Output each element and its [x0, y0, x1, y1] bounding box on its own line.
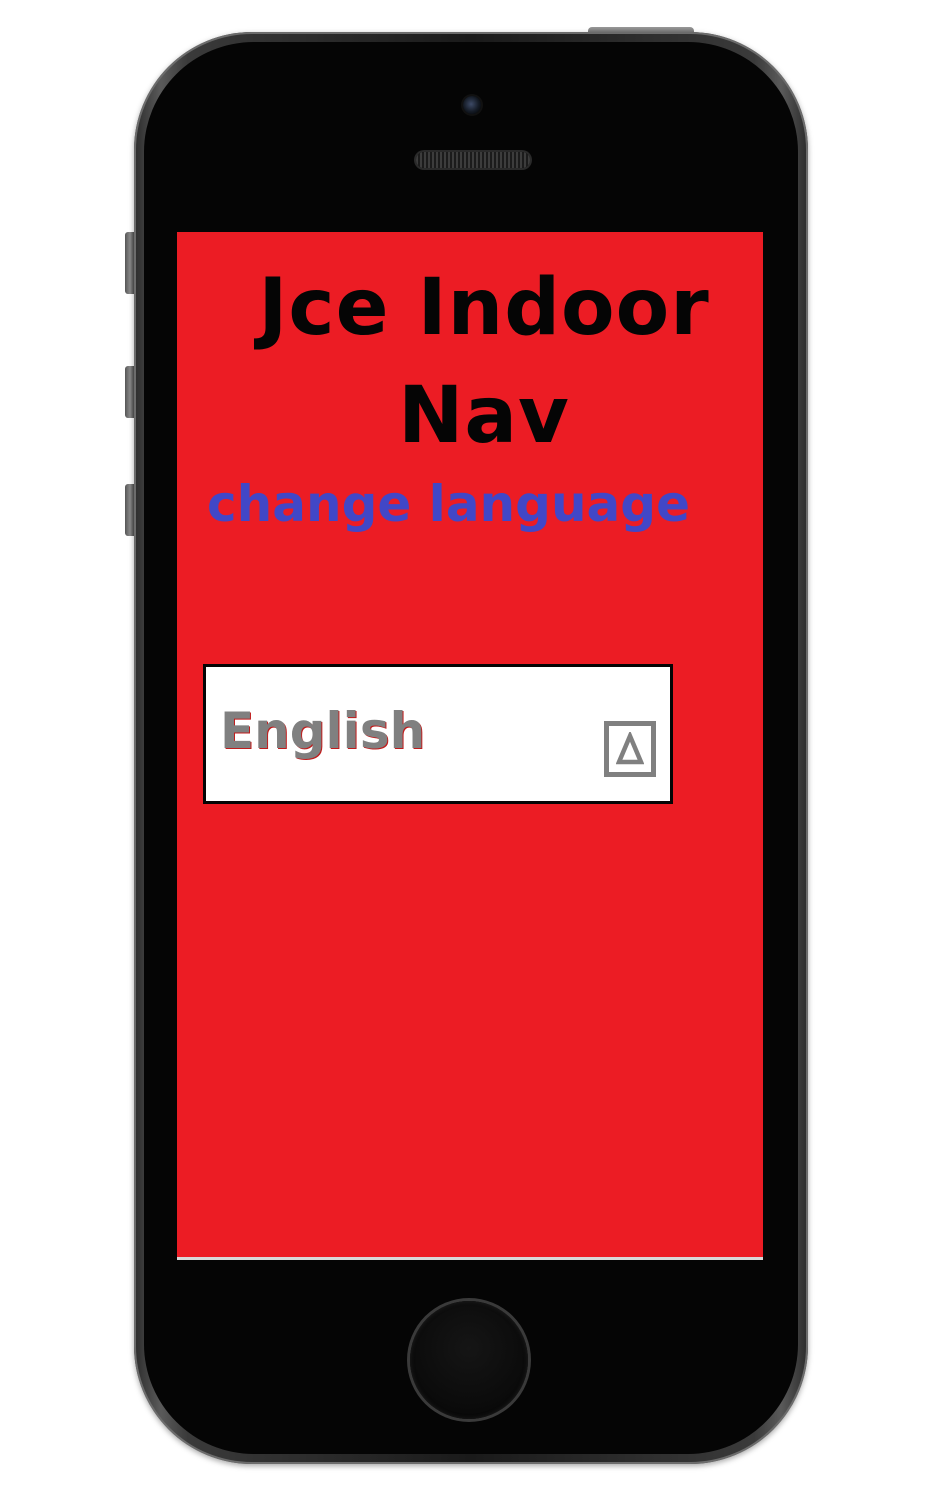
language-select-value: English	[220, 702, 426, 760]
app-title: Jce Indoor Nav	[258, 263, 710, 461]
app-screen: Jce Indoor Nav change language English	[177, 232, 763, 1260]
front-camera	[463, 96, 481, 114]
earpiece-speaker	[416, 152, 530, 168]
triangle-up-icon[interactable]	[604, 721, 656, 777]
home-button[interactable]	[410, 1301, 528, 1419]
language-select[interactable]: English	[203, 664, 673, 804]
change-language-label: change language	[207, 475, 690, 533]
triangle-up-icon-glyph	[616, 732, 644, 765]
